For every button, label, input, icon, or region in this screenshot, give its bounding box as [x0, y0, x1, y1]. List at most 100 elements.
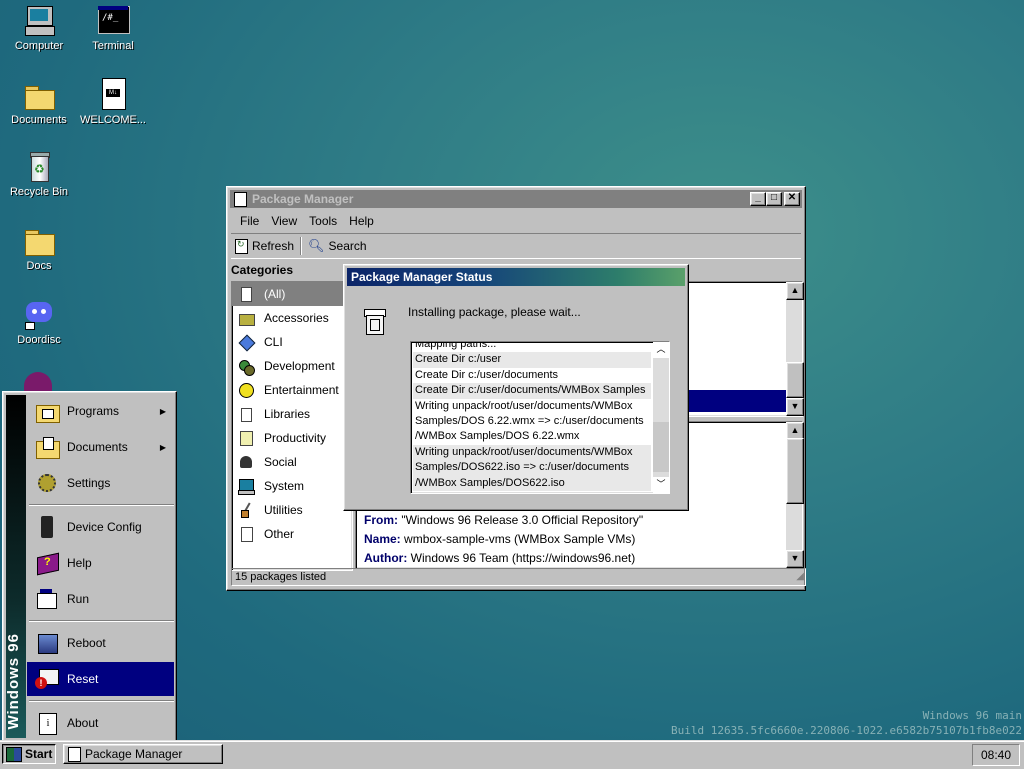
desktop-icon-documents[interactable]: Documents: [2, 78, 76, 126]
package-manager-titlebar[interactable]: Package Manager _ □ ✕: [230, 190, 802, 208]
refresh-button[interactable]: ↻ Refresh: [231, 237, 298, 256]
gears-icon: [238, 358, 255, 376]
category-libraries[interactable]: Libraries: [232, 402, 352, 426]
menu-help[interactable]: Help: [343, 212, 380, 230]
start-menu-separator: [29, 620, 174, 622]
start-menu[interactable]: Windows 96 Programs ▶ Documents ▶ Settin…: [2, 391, 177, 743]
build-watermark-line1: Windows 96 main: [922, 709, 1022, 722]
desktop-icon-recycle-bin[interactable]: ♻ Recycle Bin: [2, 150, 76, 198]
install-log[interactable]: Mapping paths... Create Dir c:/user Crea…: [410, 341, 670, 494]
start-menu-separator: [29, 700, 174, 702]
category-productivity[interactable]: Productivity: [232, 426, 352, 450]
start-item-about[interactable]: i About: [27, 706, 174, 740]
log-line: Mapping paths...: [415, 341, 497, 350]
log-line: Samples/DOS622.iso => c:/user/documents: [413, 460, 651, 476]
close-icon: ✕: [787, 192, 797, 203]
start-item-settings[interactable]: Settings: [27, 466, 174, 500]
desktop-icon-terminal[interactable]: /#_ Terminal: [76, 4, 150, 52]
start-item-reset[interactable]: ! Reset: [27, 662, 174, 696]
minimize-button[interactable]: _: [750, 192, 766, 206]
system-clock[interactable]: 08:40: [972, 744, 1020, 766]
log-line: Samples/DOS 6.22.wmx => c:/user/document…: [415, 414, 644, 427]
start-item-run[interactable]: Run: [27, 582, 174, 616]
markdown-file-icon: M↓: [97, 78, 129, 110]
log-scrollbar[interactable]: ︿ ﹀: [653, 342, 669, 493]
folder-icon: [23, 78, 55, 110]
menu-tools[interactable]: Tools: [303, 212, 343, 230]
desktop-icon-label: Docs: [26, 260, 52, 272]
scroll-down-button[interactable]: ▼: [786, 550, 804, 568]
close-button[interactable]: ✕: [784, 192, 800, 206]
refresh-label: Refresh: [252, 239, 295, 253]
package-list-scrollbar[interactable]: ▲ ▼: [786, 282, 804, 416]
start-item-device-config[interactable]: Device Config: [27, 510, 174, 544]
desktop-icon-computer[interactable]: Computer: [2, 4, 76, 52]
menu-bar: File View Tools Help: [230, 211, 802, 231]
category-entertainment[interactable]: Entertainment: [232, 378, 352, 402]
scroll-thumb[interactable]: [786, 438, 804, 504]
programs-folder-icon: [35, 399, 60, 423]
scroll-down-button[interactable]: ﹀: [653, 477, 669, 493]
maximize-button[interactable]: □: [766, 192, 782, 206]
toolbar-separator: [300, 237, 303, 255]
desktop-icon-label: Documents: [11, 114, 67, 126]
scroll-up-button[interactable]: ▲: [786, 282, 804, 300]
library-icon: [238, 406, 254, 422]
category-all[interactable]: (All): [232, 282, 352, 306]
documents-folder-icon: [35, 435, 60, 459]
start-menu-separator: [29, 504, 174, 506]
category-utilities[interactable]: Utilities: [232, 498, 352, 522]
details-scrollbar[interactable]: ▲ ▼: [786, 422, 804, 568]
scroll-thumb[interactable]: [653, 422, 669, 472]
log-line: /WMBox Samples/DOS622.iso: [413, 475, 651, 491]
computer-icon: [23, 4, 55, 36]
chevron-down-icon: ▼: [790, 401, 800, 411]
detail-from: From: "Windows 96 Release 3.0 Official R…: [364, 513, 644, 527]
desktop-icon-label: Terminal: [92, 40, 134, 52]
desktop-icon-welcome[interactable]: M↓ WELCOME...: [76, 78, 150, 126]
category-cli[interactable]: CLI: [232, 330, 352, 354]
desktop-icon-docs[interactable]: Docs: [2, 224, 76, 272]
status-dialog-titlebar[interactable]: Package Manager Status: [347, 268, 685, 286]
category-system[interactable]: System: [232, 474, 352, 498]
taskbar-package-manager[interactable]: Package Manager: [63, 744, 223, 764]
log-line: Writing unpack/root/user/documents/WMBox: [413, 444, 651, 461]
category-social[interactable]: Social: [232, 450, 352, 474]
start-item-help[interactable]: ? Help: [27, 546, 174, 580]
menu-file[interactable]: File: [234, 212, 265, 230]
status-dialog[interactable]: Package Manager Status Installing packag…: [343, 264, 689, 511]
log-line: Create Dir c:/user: [413, 352, 651, 368]
detail-author: Author: Windows 96 Team (https://windows…: [364, 551, 636, 565]
chevron-down-icon: ﹀: [656, 479, 666, 489]
dialog-title: Package Manager Status: [351, 270, 493, 284]
menu-view[interactable]: View: [265, 212, 303, 230]
desktop-icon-doordisc[interactable]: Doordisc: [2, 298, 76, 346]
start-item-reboot[interactable]: Reboot: [27, 626, 174, 660]
scroll-down-button[interactable]: ▼: [786, 398, 804, 416]
category-accessories[interactable]: Accessories: [232, 306, 352, 330]
package-manager-app-icon: [68, 746, 81, 762]
scroll-up-button[interactable]: ︿: [653, 342, 669, 358]
categories-list[interactable]: (All) Accessories CLI Development Entert…: [231, 281, 353, 571]
window-app-icon: [234, 191, 247, 207]
start-label: Start: [25, 747, 53, 761]
start-item-programs[interactable]: Programs ▶: [27, 394, 174, 428]
log-line: Create Dir c:/user/documents: [415, 368, 559, 381]
category-development[interactable]: Development: [232, 354, 352, 378]
start-item-documents[interactable]: Documents ▶: [27, 430, 174, 464]
diamond-icon: [238, 334, 256, 352]
partial-desktop-icon[interactable]: [24, 372, 52, 392]
run-icon: [35, 587, 59, 611]
settings-gear-icon: [35, 471, 59, 495]
folder-icon: [23, 224, 55, 256]
search-button[interactable]: 🔍︎ Search: [304, 236, 371, 256]
resize-grip-icon[interactable]: ◢: [796, 569, 804, 585]
scroll-thumb[interactable]: [786, 362, 804, 398]
file-icon: [238, 526, 254, 542]
categories-header: Categories: [231, 263, 294, 277]
task-label: Package Manager: [85, 747, 183, 761]
desktop-icon-label: Doordisc: [17, 334, 61, 346]
start-button[interactable]: Start: [2, 744, 56, 764]
category-other[interactable]: Other: [232, 522, 352, 546]
chevron-up-icon: ▲: [790, 425, 800, 435]
